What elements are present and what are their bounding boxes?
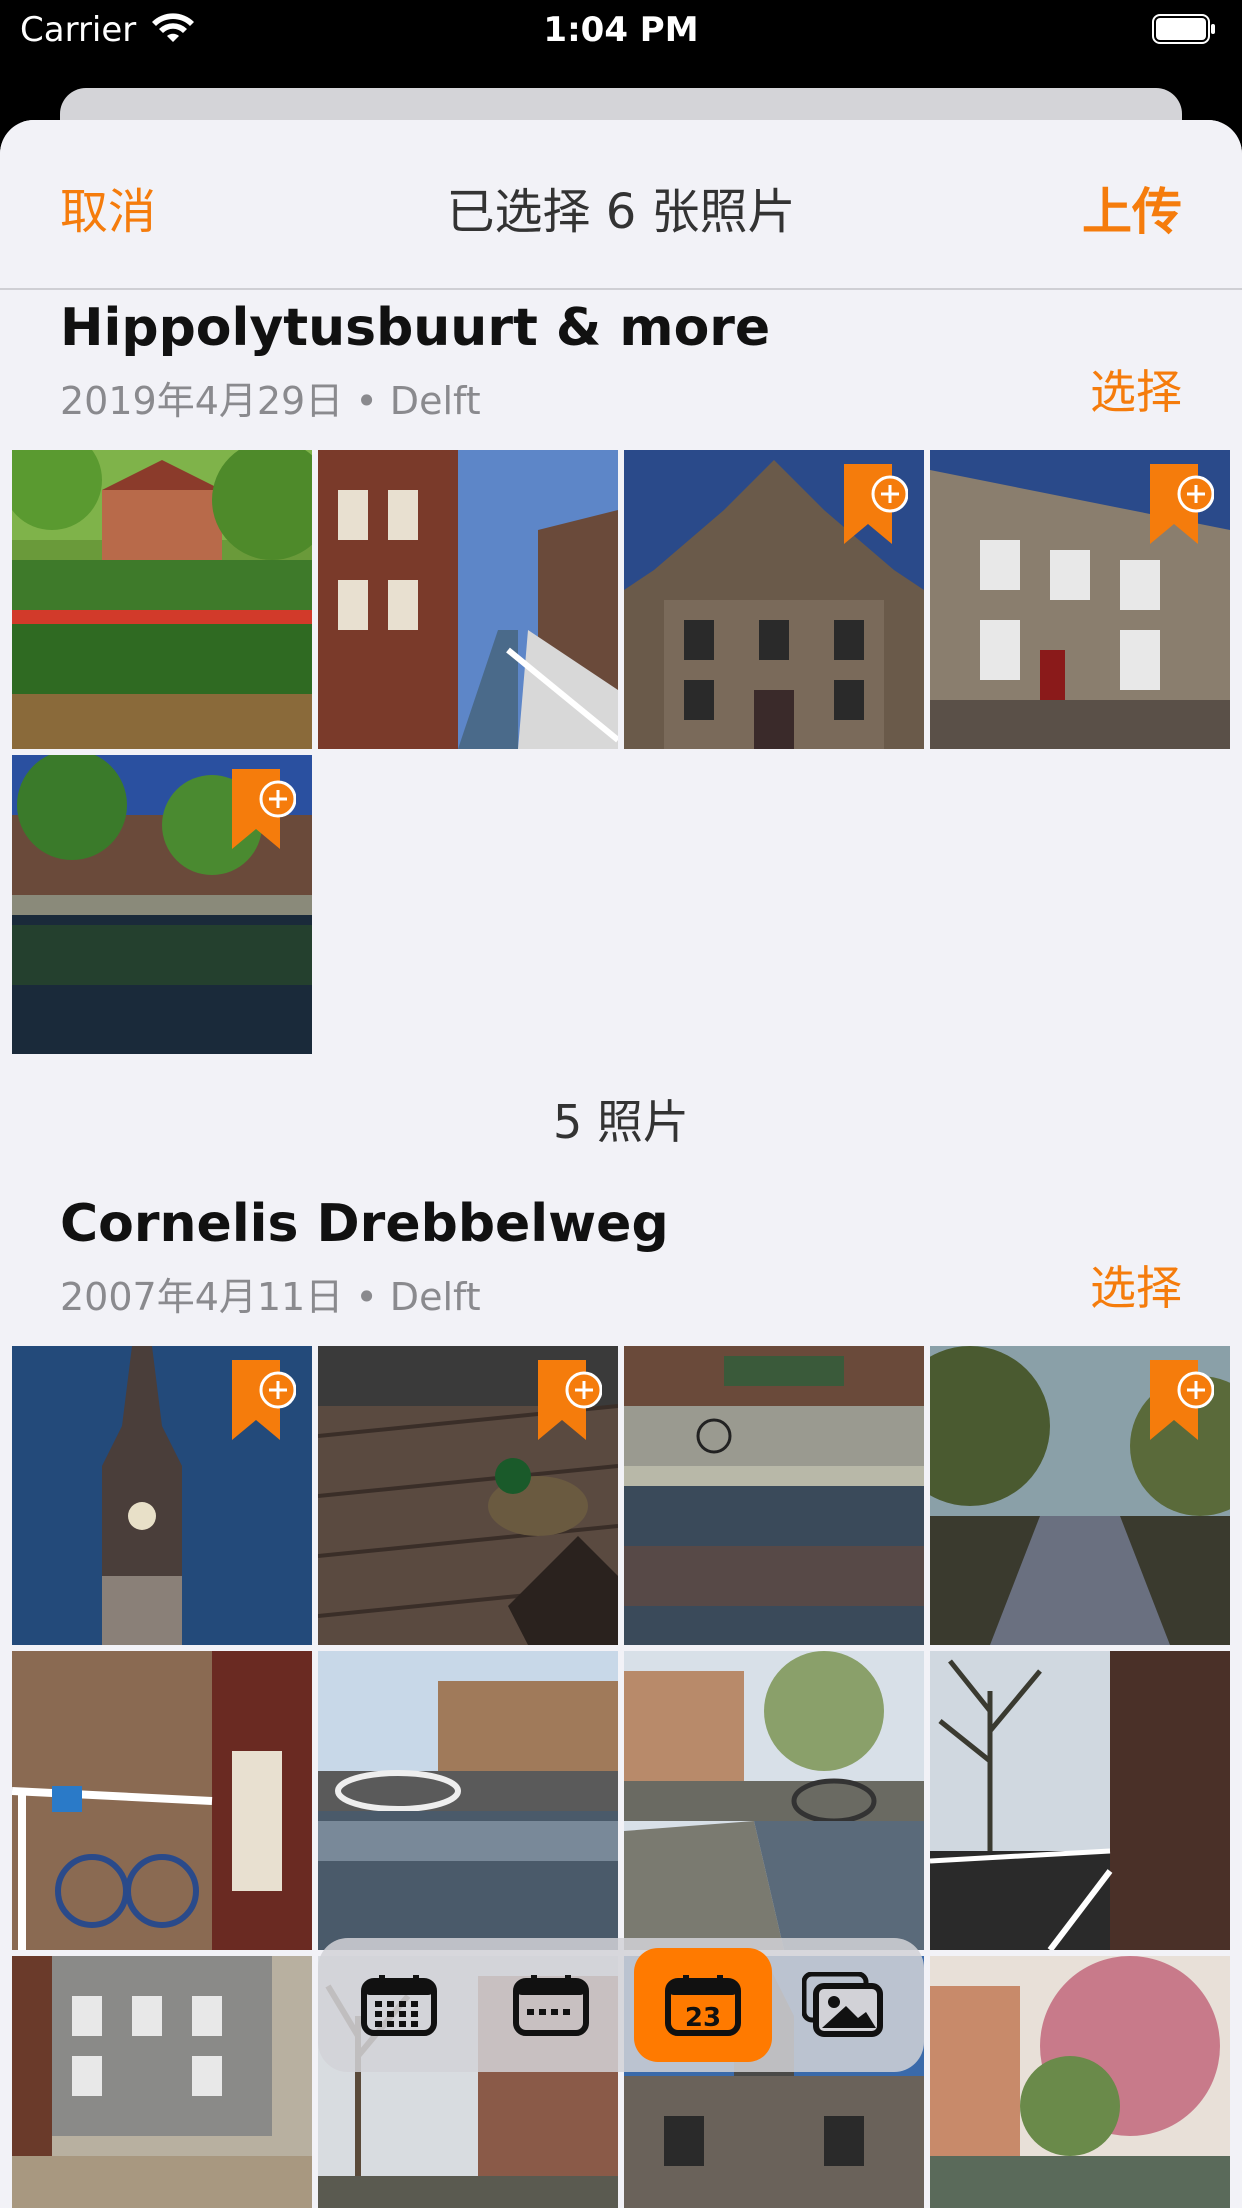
select-button[interactable]: 选择: [1090, 1252, 1182, 1318]
photo-thumbnail[interactable]: [12, 1346, 312, 1645]
section-subtitle: 2007年4月11日 • Delft: [60, 1275, 481, 1319]
bookmark-add-icon[interactable]: [538, 1360, 602, 1440]
photo-thumbnail[interactable]: [318, 450, 618, 749]
section-subtitle: 2019年4月29日 • Delft: [60, 379, 481, 423]
section-title: Cornelis Drebbelweg: [60, 1194, 669, 1254]
clock: 1:04 PM: [543, 10, 699, 50]
bookmark-add-icon[interactable]: [844, 464, 908, 544]
photo-thumbnail[interactable]: [930, 1651, 1230, 1950]
photo-grid: [12, 1346, 1230, 2208]
view-mode-selector: 23: [318, 1938, 924, 2072]
bookmark-add-icon[interactable]: [232, 769, 296, 849]
calendar-year-icon: [361, 1975, 437, 2036]
calendar-day-icon: 23: [665, 1975, 741, 2036]
upload-sheet: 取消 已选择 6 张照片 上传 Hippolytusbuurt & more 2…: [0, 120, 1242, 2208]
tab-all-photos[interactable]: [774, 1948, 912, 2062]
photo-thumbnail[interactable]: [624, 450, 924, 749]
upload-button[interactable]: 上传: [1082, 172, 1182, 244]
photo-count: 5 照片: [553, 1095, 689, 1149]
bookmark-add-icon[interactable]: [1150, 1360, 1214, 1440]
photo-thumbnail[interactable]: [318, 1346, 618, 1645]
photo-grid: [12, 450, 1230, 1054]
photo-thumbnail[interactable]: [930, 1956, 1230, 2208]
photo-thumbnail[interactable]: [12, 1651, 312, 1950]
photo-thumbnail[interactable]: [12, 755, 312, 1054]
bookmark-add-icon[interactable]: [232, 1360, 296, 1440]
tab-months[interactable]: [482, 1948, 620, 2062]
select-button[interactable]: 选择: [1090, 356, 1182, 422]
photo-thumbnail[interactable]: [12, 450, 312, 749]
tab-days[interactable]: 23: [634, 1948, 772, 2062]
section-title: Hippolytusbuurt & more: [60, 298, 771, 358]
photo-thumbnail[interactable]: [12, 1956, 312, 2208]
day-number: 23: [685, 2003, 721, 2033]
photos-icon: [802, 1972, 883, 2037]
calendar-month-icon: [513, 1975, 589, 2036]
navigation-bar: 取消 已选择 6 张照片 上传: [0, 120, 1242, 290]
battery-icon: [1152, 14, 1215, 44]
photo-thumbnail[interactable]: [930, 450, 1230, 749]
tab-years[interactable]: [330, 1948, 468, 2062]
bookmark-add-icon[interactable]: [1150, 464, 1214, 544]
page-title: 已选择 6 张照片: [446, 184, 796, 240]
photo-thumbnail[interactable]: [318, 1651, 618, 1950]
photo-thumbnail[interactable]: [930, 1346, 1230, 1645]
status-bar: Carrier 1:04 PM: [0, 0, 1242, 60]
photo-thumbnail[interactable]: [624, 1346, 924, 1645]
photo-thumbnail[interactable]: [624, 1651, 924, 1950]
